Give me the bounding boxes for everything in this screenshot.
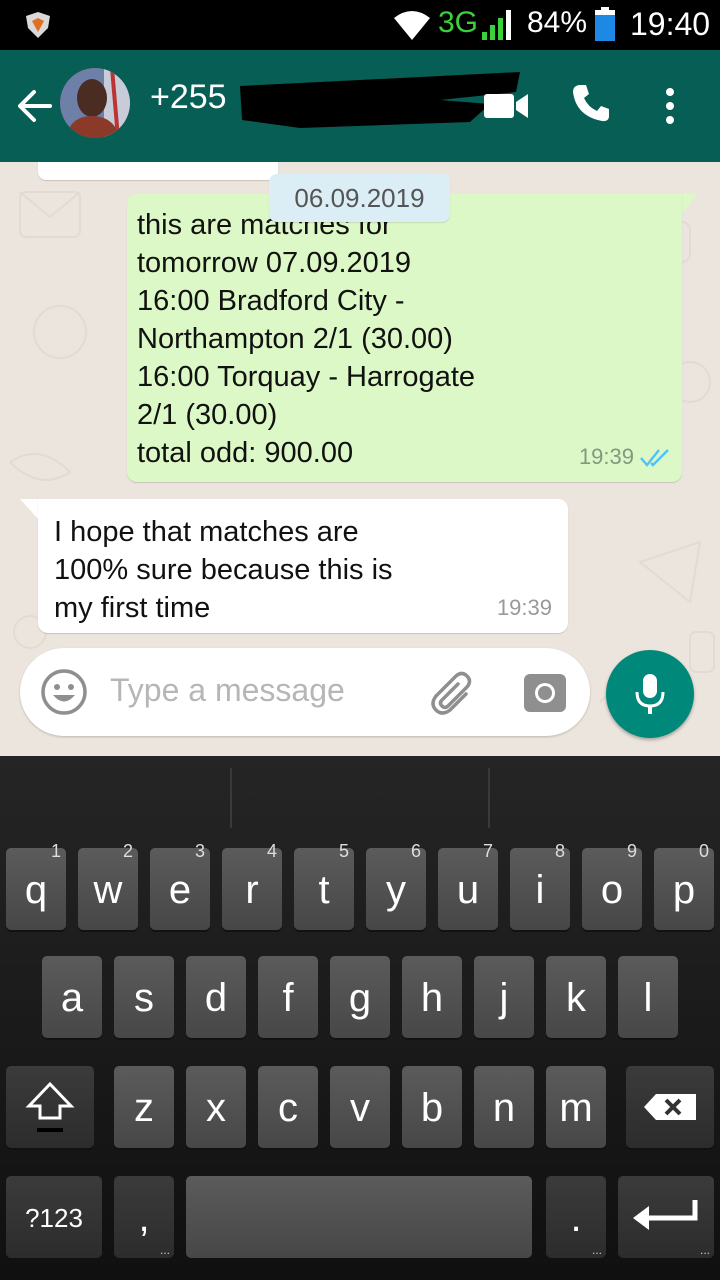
key-w[interactable]: w2 (78, 842, 138, 930)
shield-app-icon (26, 12, 50, 38)
status-time: 19:40 (630, 6, 711, 42)
key-b[interactable]: b (402, 1066, 462, 1148)
key-n[interactable]: n (474, 1066, 534, 1148)
more-vert-icon[interactable] (656, 86, 684, 126)
key-z[interactable]: z (114, 1066, 174, 1148)
battery-percent: 84% (527, 6, 588, 39)
key-l[interactable]: l (618, 956, 678, 1038)
outgoing-message-text: this are matches for tomorrow 07.09.2019… (137, 209, 476, 469)
double-tick-icon (640, 449, 669, 467)
contact-avatar[interactable] (60, 68, 130, 138)
battery-icon (595, 7, 615, 41)
key-h[interactable]: h (402, 956, 462, 1038)
wifi-icon (394, 11, 430, 40)
attach-icon[interactable] (430, 670, 476, 716)
redaction-mark (240, 72, 520, 128)
key-d[interactable]: d (186, 956, 246, 1038)
incoming-message-time: 19:39 (496, 595, 552, 620)
chat-header: +255 (0, 50, 720, 162)
enter-key[interactable]: ... (618, 1176, 714, 1258)
voice-record-button[interactable] (606, 650, 694, 738)
key-o[interactable]: o9 (582, 842, 642, 930)
shift-key[interactable] (6, 1066, 94, 1148)
shift-icon (25, 1081, 75, 1132)
key-m[interactable]: m (546, 1066, 606, 1148)
key-p[interactable]: p0 (654, 842, 714, 930)
video-call-icon[interactable] (482, 90, 530, 122)
key-y[interactable]: y6 (366, 842, 426, 930)
key-t[interactable]: t5 (294, 842, 354, 930)
back-arrow-icon[interactable] (14, 88, 54, 124)
key-i[interactable]: i8 (510, 842, 570, 930)
message-input-bar: Type a message (20, 648, 590, 736)
outgoing-bubble-tail (680, 194, 698, 216)
key-c[interactable]: c (258, 1066, 318, 1148)
key-s[interactable]: s (114, 956, 174, 1038)
key-u[interactable]: u7 (438, 842, 498, 930)
symbols-key[interactable]: ?123 (6, 1176, 102, 1258)
key-e[interactable]: e3 (150, 842, 210, 930)
key-x[interactable]: x (186, 1066, 246, 1148)
status-bar: 3G 84% 19:40 (0, 0, 720, 50)
signal-icon (482, 10, 511, 40)
period-key[interactable]: .... (546, 1176, 606, 1258)
key-g[interactable]: g (330, 956, 390, 1038)
key-k[interactable]: k (546, 956, 606, 1038)
incoming-message[interactable]: I hope that matches are 100% sure becaus… (38, 499, 568, 633)
emoji-icon[interactable] (40, 668, 88, 716)
spacebar[interactable] (186, 1176, 532, 1258)
outgoing-message[interactable]: this are matches for tomorrow 07.09.2019… (127, 194, 682, 482)
key-a[interactable]: a (42, 956, 102, 1038)
comma-key[interactable]: ,... (114, 1176, 174, 1258)
suggestion-divider (488, 768, 490, 828)
outgoing-message-time: 19:39 (578, 444, 634, 469)
keyboard: q1 w2 e3 r4 t5 y6 u7 i8 o9 p0 a s d f g … (0, 756, 720, 1280)
backspace-icon (644, 1094, 696, 1120)
key-f[interactable]: f (258, 956, 318, 1038)
date-chip: 06.09.2019 (269, 174, 450, 222)
suggestion-strip[interactable] (0, 756, 720, 830)
incoming-message-text: I hope that matches are 100% sure becaus… (54, 516, 393, 624)
phone-icon[interactable] (570, 82, 612, 124)
incoming-bubble-tail (20, 499, 40, 521)
message-input[interactable]: Type a message (110, 672, 345, 709)
network-type: 3G (438, 6, 479, 39)
key-j[interactable]: j (474, 956, 534, 1038)
enter-icon (633, 1200, 698, 1230)
backspace-key[interactable] (626, 1066, 714, 1148)
key-v[interactable]: v (330, 1066, 390, 1148)
key-r[interactable]: r4 (222, 842, 282, 930)
contact-name[interactable]: +255 (150, 78, 227, 117)
previous-message-bubble (38, 162, 278, 180)
camera-icon[interactable] (522, 670, 568, 714)
mic-icon (635, 674, 665, 714)
suggestion-divider (230, 768, 232, 828)
key-q[interactable]: q1 (6, 842, 66, 930)
